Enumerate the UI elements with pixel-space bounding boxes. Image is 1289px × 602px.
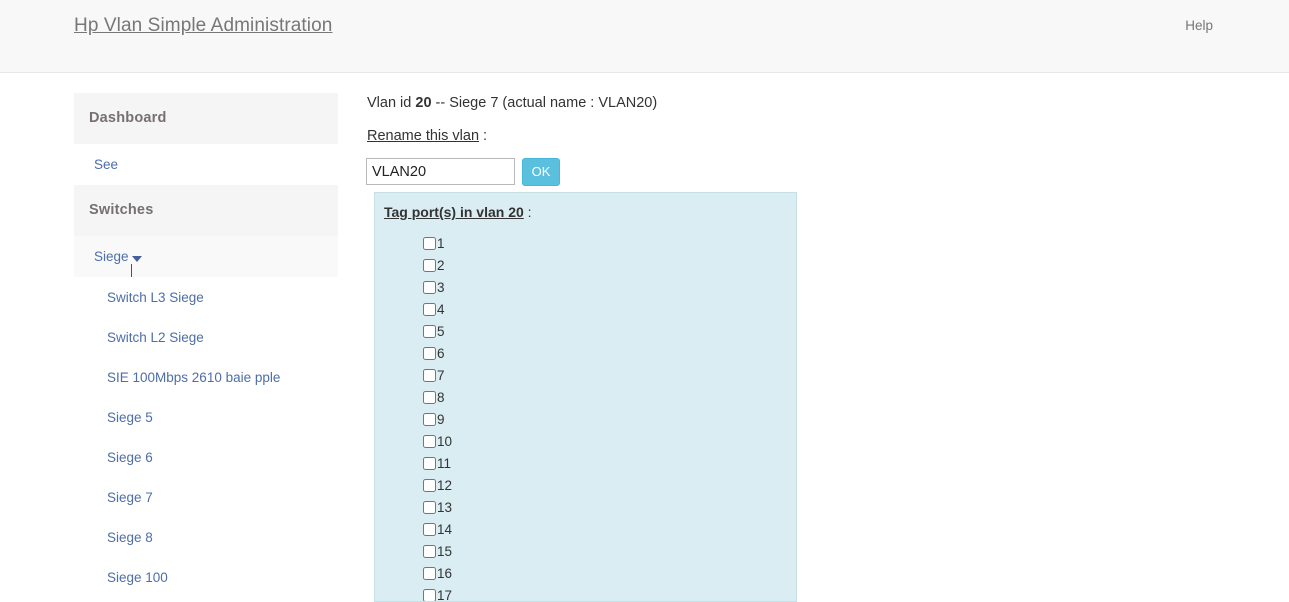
port-item[interactable]: 6: [375, 343, 796, 365]
port-checkbox[interactable]: [423, 457, 436, 470]
port-checkbox[interactable]: [423, 545, 436, 558]
sidebar-item-label: Siege 5: [107, 410, 153, 425]
rename-section-label: Rename this vlan :: [366, 126, 816, 146]
port-checkbox[interactable]: [423, 589, 436, 601]
port-item[interactable]: 11: [375, 453, 796, 475]
sidebar-item-sie-100mbps-2610[interactable]: SIE 100Mbps 2610 baie pple: [74, 357, 338, 397]
app-title[interactable]: Hp Vlan Simple Administration: [74, 14, 332, 38]
sidebar-item-label: Siege 6: [107, 450, 153, 465]
rename-form: OK: [366, 158, 816, 186]
port-item[interactable]: 1: [375, 233, 796, 255]
port-number-label: 4: [437, 302, 445, 317]
sidebar-item-siege-5[interactable]: Siege 5: [74, 397, 338, 437]
sidebar-header-label: Dashboard: [89, 110, 167, 126]
port-checkbox[interactable]: [423, 347, 436, 360]
chevron-down-icon: [132, 256, 142, 262]
sidebar: Dashboard See Switches Siege Switch L3 S…: [74, 93, 338, 597]
page-title: Vlan id 20 -- Siege 7 (actual name : VLA…: [366, 93, 816, 113]
port-item[interactable]: 9: [375, 409, 796, 431]
help-link[interactable]: Help: [1185, 16, 1213, 36]
sidebar-item-siege-8[interactable]: Siege 8: [74, 517, 338, 557]
port-number-label: 3: [437, 280, 445, 295]
port-item[interactable]: 17: [375, 585, 796, 602]
sidebar-item-label: See: [94, 157, 119, 172]
tag-ports-list: 1 2 3 4 5 6 7 8 9 10 11 12 13 14 15 16 17: [375, 233, 796, 602]
rename-colon: :: [479, 128, 488, 144]
port-checkbox[interactable]: [423, 303, 436, 316]
tag-ports-panel: Tag port(s) in vlan 20 : 1 2 3 4 5 6 7 8 9 10 11 12…: [374, 192, 797, 602]
sidebar-item-siege-6[interactable]: Siege 6: [74, 437, 338, 477]
port-number-label: 16: [437, 566, 453, 581]
port-checkbox[interactable]: [423, 479, 436, 492]
port-number-label: 14: [437, 522, 453, 537]
sidebar-item-switch-l2-siege[interactable]: Switch L2 Siege: [74, 317, 338, 357]
port-number-label: 8: [437, 390, 445, 405]
main-content: Vlan id 20 -- Siege 7 (actual name : VLA…: [366, 93, 816, 186]
vlan-id-value: 20: [415, 95, 432, 111]
tag-ports-title-label: Tag port(s) in vlan 20: [384, 204, 524, 220]
port-item[interactable]: 2: [375, 255, 796, 277]
sidebar-item-label: Switch L3 Siege: [107, 290, 204, 305]
port-number-label: 7: [437, 368, 445, 383]
port-checkbox[interactable]: [423, 391, 436, 404]
port-item[interactable]: 14: [375, 519, 796, 541]
port-item[interactable]: 12: [375, 475, 796, 497]
sidebar-item-siege-7[interactable]: Siege 7: [74, 477, 338, 517]
port-number-label: 6: [437, 346, 445, 361]
port-number-label: 12: [437, 478, 453, 493]
sidebar-item-label: Switch L2 Siege: [107, 330, 204, 345]
rename-input[interactable]: [366, 158, 515, 185]
port-checkbox[interactable]: [423, 281, 436, 294]
sidebar-item-siege-group[interactable]: Siege: [74, 236, 338, 286]
port-number-label: 5: [437, 324, 445, 339]
port-item[interactable]: 13: [375, 497, 796, 519]
port-number-label: 2: [437, 258, 445, 273]
port-item[interactable]: 16: [375, 563, 796, 585]
port-checkbox[interactable]: [423, 567, 436, 580]
sidebar-item-label: Siege 8: [107, 530, 153, 545]
port-checkbox[interactable]: [423, 435, 436, 448]
port-checkbox[interactable]: [423, 369, 436, 382]
sidebar-item-siege-100[interactable]: Siege 100: [74, 557, 338, 597]
port-number-label: 17: [437, 588, 453, 602]
port-item[interactable]: 8: [375, 387, 796, 409]
port-number-label: 9: [437, 412, 445, 427]
tag-ports-title: Tag port(s) in vlan 20 :: [384, 203, 532, 222]
vlan-title-prefix: Vlan id: [367, 95, 416, 111]
port-checkbox[interactable]: [423, 325, 436, 338]
rename-label: Rename this vlan: [367, 128, 480, 144]
port-item[interactable]: 3: [375, 277, 796, 299]
sidebar-header-dashboard: Dashboard: [74, 93, 338, 144]
port-item[interactable]: 7: [375, 365, 796, 387]
sidebar-item-label: Siege 100: [107, 570, 168, 585]
port-checkbox[interactable]: [423, 523, 436, 536]
port-checkbox[interactable]: [423, 501, 436, 514]
port-number-label: 10: [437, 434, 453, 449]
sidebar-header-label: Switches: [89, 202, 154, 218]
vlan-title-suffix: -- Siege 7 (actual name : VLAN20): [431, 95, 658, 111]
port-item[interactable]: 10: [375, 431, 796, 453]
sidebar-header-switches: Switches: [74, 185, 338, 236]
sidebar-item-see[interactable]: See: [74, 144, 338, 185]
ok-button[interactable]: OK: [522, 158, 560, 186]
port-item[interactable]: 4: [375, 299, 796, 321]
port-checkbox[interactable]: [423, 237, 436, 250]
port-number-label: 11: [437, 456, 452, 471]
sidebar-item-label: Siege: [94, 249, 129, 264]
port-number-label: 13: [437, 500, 453, 515]
sidebar-item-switch-l3-siege[interactable]: Switch L3 Siege: [74, 277, 338, 317]
tag-ports-title-colon: :: [523, 204, 532, 220]
port-item[interactable]: 15: [375, 541, 796, 563]
top-navbar: Hp Vlan Simple Administration Help: [0, 0, 1289, 73]
port-item[interactable]: 5: [375, 321, 796, 343]
port-checkbox[interactable]: [423, 259, 436, 272]
port-number-label: 1: [437, 236, 445, 251]
sidebar-item-label: Siege 7: [107, 490, 153, 505]
sidebar-item-label: SIE 100Mbps 2610 baie pple: [107, 370, 281, 385]
port-checkbox[interactable]: [423, 413, 436, 426]
port-number-label: 15: [437, 544, 453, 559]
